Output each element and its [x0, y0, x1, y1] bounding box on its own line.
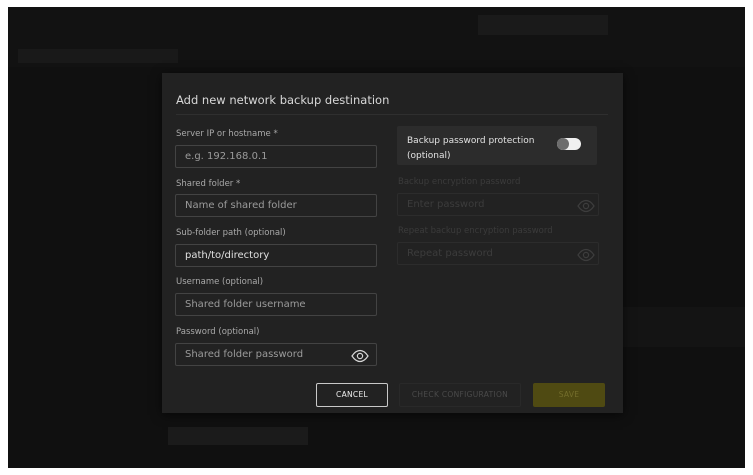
- shared-folder-input[interactable]: [175, 194, 377, 217]
- password-label: Password (optional): [176, 327, 260, 337]
- save-button[interactable]: SAVE: [533, 383, 605, 407]
- encryption-password-input[interactable]: [397, 193, 599, 216]
- backup-protection-toggle[interactable]: [557, 138, 581, 150]
- background-element: [478, 15, 608, 35]
- backup-password-protection-panel: Backup password protection (optional): [397, 126, 597, 165]
- cancel-button[interactable]: CANCEL: [316, 383, 388, 407]
- background-element: [18, 49, 178, 63]
- check-configuration-button[interactable]: CHECK CONFIGURATION: [399, 383, 521, 407]
- eye-icon: [576, 248, 596, 262]
- backup-protection-title: Backup password protection (optional): [407, 136, 535, 161]
- encryption-password-label: Backup encryption password: [398, 177, 521, 187]
- username-label: Username (optional): [176, 277, 264, 287]
- background-element: [168, 427, 308, 445]
- subfolder-label: Sub-folder path (optional): [176, 228, 286, 238]
- title-divider: [176, 114, 608, 115]
- username-input[interactable]: [175, 293, 377, 316]
- app-background: Add new network backup destination Serve…: [8, 7, 745, 468]
- repeat-password-input[interactable]: [397, 242, 599, 265]
- eye-icon[interactable]: [350, 349, 370, 363]
- eye-icon: [576, 199, 596, 213]
- repeat-password-label: Repeat backup encryption password: [398, 226, 553, 236]
- subfolder-input[interactable]: [175, 244, 377, 267]
- password-input[interactable]: [175, 343, 377, 366]
- server-input[interactable]: [175, 145, 377, 168]
- shared-folder-label: Shared folder *: [176, 179, 241, 189]
- background-element: [608, 307, 745, 347]
- add-backup-destination-dialog: Add new network backup destination Serve…: [162, 73, 623, 413]
- server-label: Server IP or hostname *: [176, 129, 278, 139]
- toggle-knob: [557, 138, 569, 150]
- dialog-title: Add new network backup destination: [176, 93, 390, 107]
